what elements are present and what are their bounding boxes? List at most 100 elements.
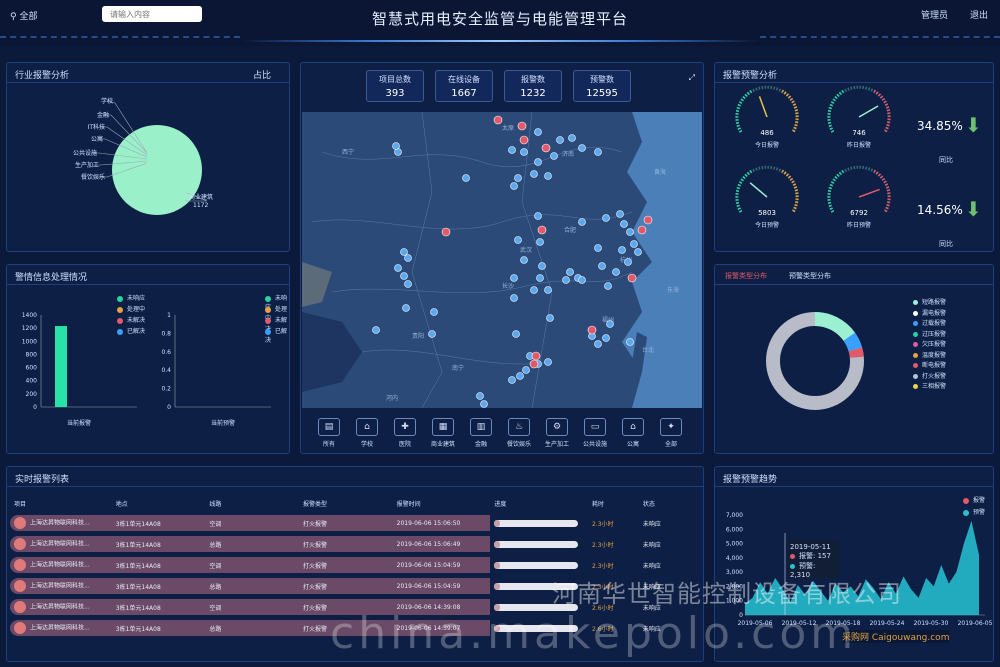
column-header[interactable]: 报警类型 <box>299 497 393 510</box>
map-pin-icon[interactable] <box>594 340 602 348</box>
map-pin-icon[interactable] <box>404 280 412 288</box>
map-alert-pin-icon[interactable] <box>587 325 597 335</box>
map-alert-pin-icon[interactable] <box>517 121 527 131</box>
map-alert-pin-icon[interactable] <box>441 227 451 237</box>
map-alert-pin-icon[interactable] <box>537 225 547 235</box>
category-button[interactable]: ✦ 全部 <box>656 418 686 448</box>
category-button[interactable]: ▤ 所有 <box>314 418 344 448</box>
map-pin-icon[interactable] <box>516 372 524 380</box>
type-legend-item[interactable]: 三相报警 <box>913 381 946 390</box>
map-pin-icon[interactable] <box>618 246 626 254</box>
type-legend-item[interactable]: 过压报警 <box>913 329 946 338</box>
map-pin-icon[interactable] <box>400 248 408 256</box>
map-pin-icon[interactable] <box>630 240 638 248</box>
map-pin-icon[interactable] <box>530 286 538 294</box>
type-legend-item[interactable]: 过载报警 <box>913 318 946 327</box>
map-pin-icon[interactable] <box>514 236 522 244</box>
column-header[interactable]: 地点 <box>112 497 206 510</box>
table-row[interactable]: 上海达昇物联网科技... 3栋1单元14A08 总路 打火报警 2019-06-06 1… <box>10 536 700 552</box>
map-pin-icon[interactable] <box>536 274 544 282</box>
map-alert-pin-icon[interactable] <box>643 215 653 225</box>
map-pin-icon[interactable] <box>510 274 518 282</box>
map-pin-icon[interactable] <box>550 152 558 160</box>
category-button[interactable]: ⚙ 生产加工 <box>542 418 572 448</box>
map-pin-icon[interactable] <box>520 148 528 156</box>
category-button[interactable]: ▦ 商业建筑 <box>428 418 458 448</box>
map-pin-icon[interactable] <box>508 376 516 384</box>
map-pin-icon[interactable] <box>544 172 552 180</box>
map-pin-icon[interactable] <box>634 248 642 256</box>
map-pin-icon[interactable] <box>534 212 542 220</box>
type-legend-item[interactable]: 短路报警 <box>913 297 946 306</box>
map-pin-icon[interactable] <box>430 308 438 316</box>
map-pin-icon[interactable] <box>624 258 632 266</box>
map-alert-pin-icon[interactable] <box>531 351 541 361</box>
type-legend-item[interactable]: 断电报警 <box>913 360 946 369</box>
type-legend-item[interactable]: 漏电报警 <box>913 308 946 317</box>
column-header[interactable]: 进度 <box>490 497 588 510</box>
map-pin-icon[interactable] <box>400 272 408 280</box>
column-header[interactable]: 线路 <box>205 497 299 510</box>
map-pin-icon[interactable] <box>514 174 522 182</box>
tab-warn-types[interactable]: 预警类型分布 <box>789 271 831 281</box>
column-header[interactable]: 项目 <box>10 497 112 510</box>
column-header[interactable]: 报警时间 <box>393 497 491 510</box>
map-pin-icon[interactable] <box>546 314 554 322</box>
map-pin-icon[interactable] <box>428 330 436 338</box>
table-row[interactable]: 上海达昇物联网科技... 3栋1单元14A08 空调 打火报警 2019-06-06 1… <box>10 557 700 573</box>
map-pin-icon[interactable] <box>568 134 576 142</box>
category-button[interactable]: ▭ 公共设施 <box>580 418 610 448</box>
map-pin-icon[interactable] <box>620 220 628 228</box>
map-pin-icon[interactable] <box>520 256 528 264</box>
legend-item[interactable]: 未响应 <box>117 293 145 302</box>
column-header[interactable]: 耗时 <box>588 497 639 510</box>
map-alert-pin-icon[interactable] <box>519 135 529 145</box>
map-pin-icon[interactable] <box>402 304 410 312</box>
map-pin-icon[interactable] <box>578 218 586 226</box>
logout-button[interactable]: 退出 <box>970 8 988 21</box>
map-pin-icon[interactable] <box>534 158 542 166</box>
map-pin-icon[interactable] <box>394 264 402 272</box>
map-alert-pin-icon[interactable] <box>637 225 647 235</box>
map-pin-icon[interactable] <box>392 142 400 150</box>
map-pin-icon[interactable] <box>538 262 546 270</box>
map-alert-pin-icon[interactable] <box>541 143 551 153</box>
map-pin-icon[interactable] <box>598 262 606 270</box>
ratio-toggle[interactable]: 占比 <box>253 68 271 81</box>
map-pin-icon[interactable] <box>480 400 488 408</box>
map-pin-icon[interactable] <box>544 358 552 366</box>
category-button[interactable]: ♨ 餐饮娱乐 <box>504 418 534 448</box>
map-pin-icon[interactable] <box>522 366 530 374</box>
map-pin-icon[interactable] <box>510 182 518 190</box>
map-pin-icon[interactable] <box>606 320 614 328</box>
category-button[interactable]: ✚ 医院 <box>390 418 420 448</box>
map-pin-icon[interactable] <box>602 334 610 342</box>
type-legend-item[interactable]: 温度报警 <box>913 350 946 359</box>
map-pin-icon[interactable] <box>536 238 544 246</box>
map-pin-icon[interactable] <box>508 146 516 154</box>
map-alert-pin-icon[interactable] <box>627 273 637 283</box>
map-pin-icon[interactable] <box>404 254 412 262</box>
map-pin-icon[interactable] <box>594 148 602 156</box>
column-header[interactable]: 状态 <box>639 497 700 510</box>
category-button[interactable]: ▥ 金融 <box>466 418 496 448</box>
tab-alarm-types[interactable]: 报警类型分布 <box>725 271 767 281</box>
map-pin-icon[interactable] <box>602 214 610 222</box>
trend-legend-alarm[interactable]: 报警 <box>962 495 985 504</box>
china-map[interactable]: 西宁太原济南合肥武汉长沙杭州南宁贵阳福州台北河内黄海东海 <box>302 112 702 408</box>
map-pin-icon[interactable] <box>562 276 570 284</box>
map-alert-pin-icon[interactable] <box>529 359 539 369</box>
map-pin-icon[interactable] <box>544 286 552 294</box>
category-button[interactable]: ⌂ 公寓 <box>618 418 648 448</box>
map-pin-icon[interactable] <box>372 326 380 334</box>
category-button[interactable]: ⌂ 学校 <box>352 418 382 448</box>
map-pin-icon[interactable] <box>578 144 586 152</box>
map-pin-icon[interactable] <box>556 136 564 144</box>
user-name[interactable]: 管理员 <box>921 8 948 21</box>
map-pin-icon[interactable] <box>594 244 602 252</box>
map-pin-icon[interactable] <box>512 330 520 338</box>
map-pin-icon[interactable] <box>476 392 484 400</box>
type-legend-item[interactable]: 欠压报警 <box>913 339 946 348</box>
table-row[interactable]: 上海达昇物联网科技... 3栋1单元14A08 空调 打火报警 2019-06-06 1… <box>10 515 700 531</box>
map-pin-icon[interactable] <box>530 170 538 178</box>
